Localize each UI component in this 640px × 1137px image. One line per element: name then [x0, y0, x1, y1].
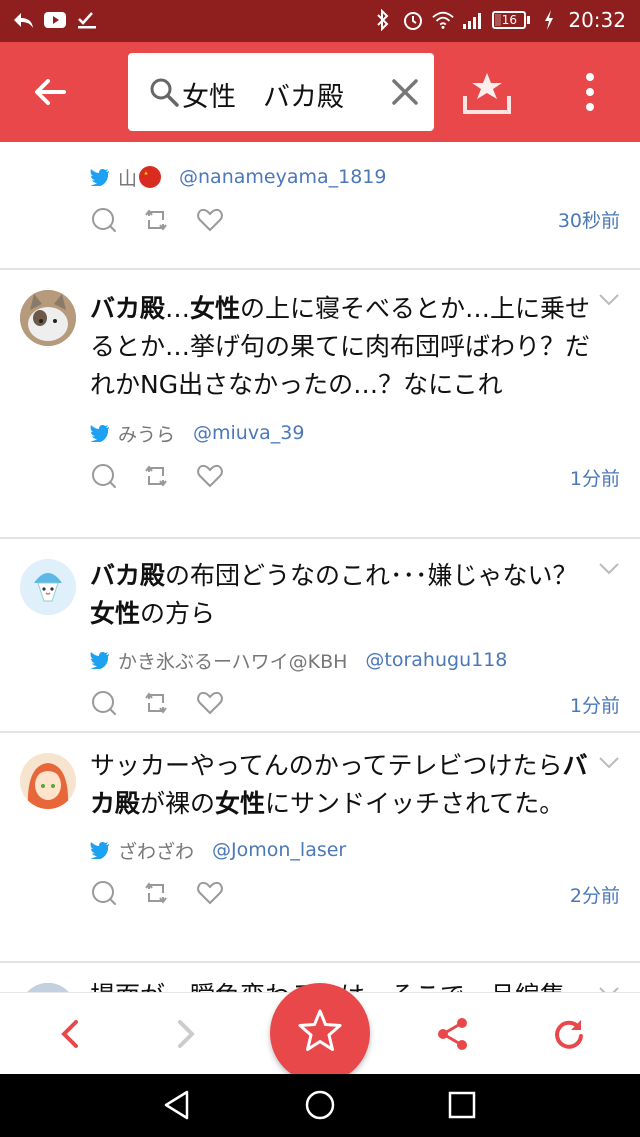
chevron-right-icon[interactable] — [168, 1017, 202, 1051]
close-icon[interactable] — [390, 77, 420, 107]
tweet-item[interactable]: 山 @nanameyama_1819 30秒前 — [0, 162, 640, 270]
twitter-bird-icon — [90, 651, 110, 670]
chevron-down-icon[interactable] — [598, 561, 620, 575]
system-nav-bar — [0, 1074, 640, 1137]
tweet-time: 1分前 — [569, 468, 620, 490]
bluetooth-icon — [372, 9, 394, 31]
refresh-icon[interactable] — [552, 1017, 586, 1051]
save-search-icon[interactable] — [462, 70, 512, 116]
avatar[interactable] — [20, 753, 76, 809]
tweet-item[interactable]: サッカーやってんのかってテレビつけたらバカ殿が裸の女性にサンドイッチされてた。 … — [0, 733, 640, 963]
tweet-text: バカ殿の布団どうなのこれ･･･嫌じゃない？女性の方ら — [90, 561, 578, 628]
retweet-icon[interactable] — [142, 462, 170, 490]
author-handle[interactable]: @Jomon_laser — [212, 839, 346, 861]
alarm-icon — [402, 9, 424, 31]
more-vert-icon[interactable] — [580, 70, 600, 116]
tweet-text: 場面が一瞬色変わるのは、そこで一旦編集 — [90, 963, 604, 992]
author-handle[interactable]: @nanameyama_1819 — [179, 166, 386, 188]
retweet-icon[interactable] — [142, 879, 170, 907]
reply-notification-icon — [12, 9, 34, 31]
search-input[interactable]: 女性 バカ殿 — [182, 75, 344, 114]
battery-level: 16 — [501, 13, 517, 27]
reply-icon[interactable] — [90, 879, 118, 907]
tweet-feed[interactable]: 山 @nanameyama_1819 30秒前 バカ殿…女性の上に寝そべるとか…… — [0, 142, 640, 992]
chevron-down-icon[interactable] — [598, 292, 620, 306]
tweet-text: バカ殿…女性の上に寝そべるとか…上に乗せるとか…挙げ句の果てに肉布団呼ばわり？だ… — [90, 294, 591, 399]
star-icon — [296, 1007, 344, 1059]
check-download-icon — [76, 9, 98, 31]
app-bar: 女性 バカ殿 — [0, 42, 640, 142]
avatar[interactable] — [20, 983, 76, 992]
author-handle[interactable]: @miuva_39 — [193, 422, 304, 444]
back-arrow-icon[interactable] — [30, 72, 70, 112]
heart-icon[interactable] — [196, 689, 224, 717]
tweet-item[interactable]: バカ殿…女性の上に寝そべるとか…上に乗せるとか…挙げ句の果てに肉布団呼ばわり？だ… — [0, 270, 640, 539]
youtube-icon — [44, 9, 66, 31]
twitter-bird-icon — [90, 168, 110, 187]
author-name: みうら — [118, 423, 176, 446]
tweet-time: 30秒前 — [557, 210, 620, 232]
tweet-author: 山 @nanameyama_1819 — [90, 162, 640, 192]
share-icon[interactable] — [436, 1017, 470, 1051]
flag-emoji-icon — [139, 166, 162, 188]
author-name: 山 — [118, 167, 138, 190]
reply-icon[interactable] — [90, 689, 118, 717]
nav-recents-icon[interactable] — [445, 1088, 479, 1122]
chevron-down-icon[interactable] — [598, 985, 620, 992]
tweet-actions: 30秒前 — [90, 192, 640, 252]
chevron-left-icon[interactable] — [54, 1017, 88, 1051]
retweet-icon[interactable] — [142, 689, 170, 717]
status-bar: 16 20:32 — [0, 0, 640, 42]
nav-home-icon[interactable] — [303, 1088, 337, 1122]
twitter-bird-icon — [90, 841, 110, 860]
reply-icon[interactable] — [90, 462, 118, 490]
search-box[interactable]: 女性 バカ殿 — [128, 53, 434, 131]
author-name: かき氷ぶるーハワイ@KBH — [118, 650, 348, 673]
search-icon — [148, 76, 180, 108]
twitter-bird-icon — [90, 424, 110, 443]
heart-icon[interactable] — [196, 462, 224, 490]
tweet-author: みうら @miuva_39 — [90, 418, 640, 448]
tweet-author: かき氷ぶるーハワイ@KBH @torahugu118 — [90, 645, 640, 675]
tweet-time: 2分前 — [569, 885, 620, 907]
tweet-item[interactable]: バカ殿の布団どうなのこれ･･･嫌じゃない？女性の方ら かき氷ぶるーハワイ@KBH… — [0, 539, 640, 733]
retweet-icon[interactable] — [142, 206, 170, 234]
reply-icon[interactable] — [90, 206, 118, 234]
chevron-down-icon[interactable] — [598, 755, 620, 769]
favorite-fab-button[interactable] — [270, 983, 370, 1083]
tweet-time: 1分前 — [569, 695, 620, 717]
wifi-icon — [432, 9, 455, 31]
tweet-author: ざわざわ @Jomon_laser — [90, 835, 640, 865]
clock: 20:32 — [568, 8, 626, 32]
tweet-text: サッカーやってんのかってテレビつけたらバカ殿が裸の女性にサンドイッチされてた。 — [90, 751, 588, 818]
battery-indicator: 16 — [492, 11, 531, 29]
nav-back-icon[interactable] — [160, 1088, 194, 1122]
avatar[interactable] — [20, 559, 76, 615]
avatar[interactable] — [20, 290, 76, 346]
tweet-actions: 1分前 — [90, 675, 640, 735]
tweet-actions: 1分前 — [90, 448, 640, 508]
heart-icon[interactable] — [196, 206, 224, 234]
signal-icon — [462, 9, 484, 31]
tweet-actions: 2分前 — [90, 865, 640, 925]
author-handle[interactable]: @torahugu118 — [365, 649, 507, 671]
heart-icon[interactable] — [196, 879, 224, 907]
charging-icon — [538, 9, 560, 31]
author-name: ざわざわ — [118, 840, 195, 863]
